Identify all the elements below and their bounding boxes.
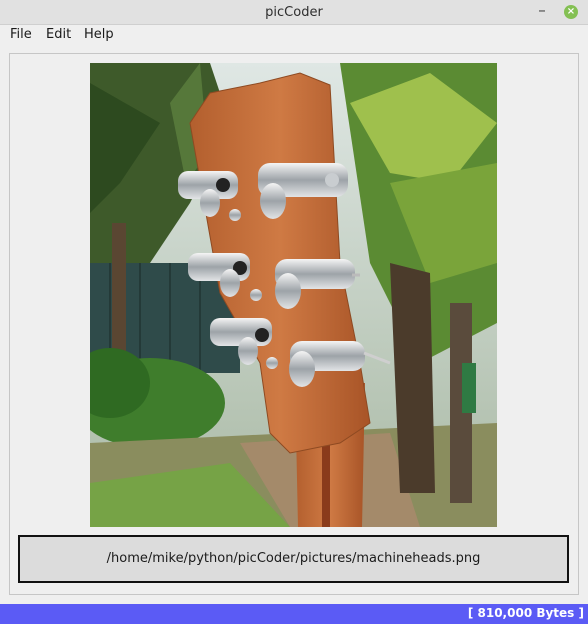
window-title: picCoder [265,5,323,20]
close-icon[interactable]: × [564,5,578,19]
guitar-headstock-photo [90,63,497,527]
status-bar: [ 810,000 Bytes ] [0,604,588,624]
menu-file[interactable]: File [10,27,32,42]
title-bar: picCoder – × [0,0,588,25]
minimize-icon[interactable]: – [535,1,549,21]
image-preview [90,63,497,527]
menu-help[interactable]: Help [84,27,114,42]
menu-edit[interactable]: Edit [46,27,71,42]
image-path-field: /home/mike/python/picCoder/pictures/mach… [18,535,569,583]
image-path-text: /home/mike/python/picCoder/pictures/mach… [106,551,481,566]
menu-bar: File Edit Help [0,25,588,45]
status-bytes: [ 810,000 Bytes ] [467,606,584,620]
